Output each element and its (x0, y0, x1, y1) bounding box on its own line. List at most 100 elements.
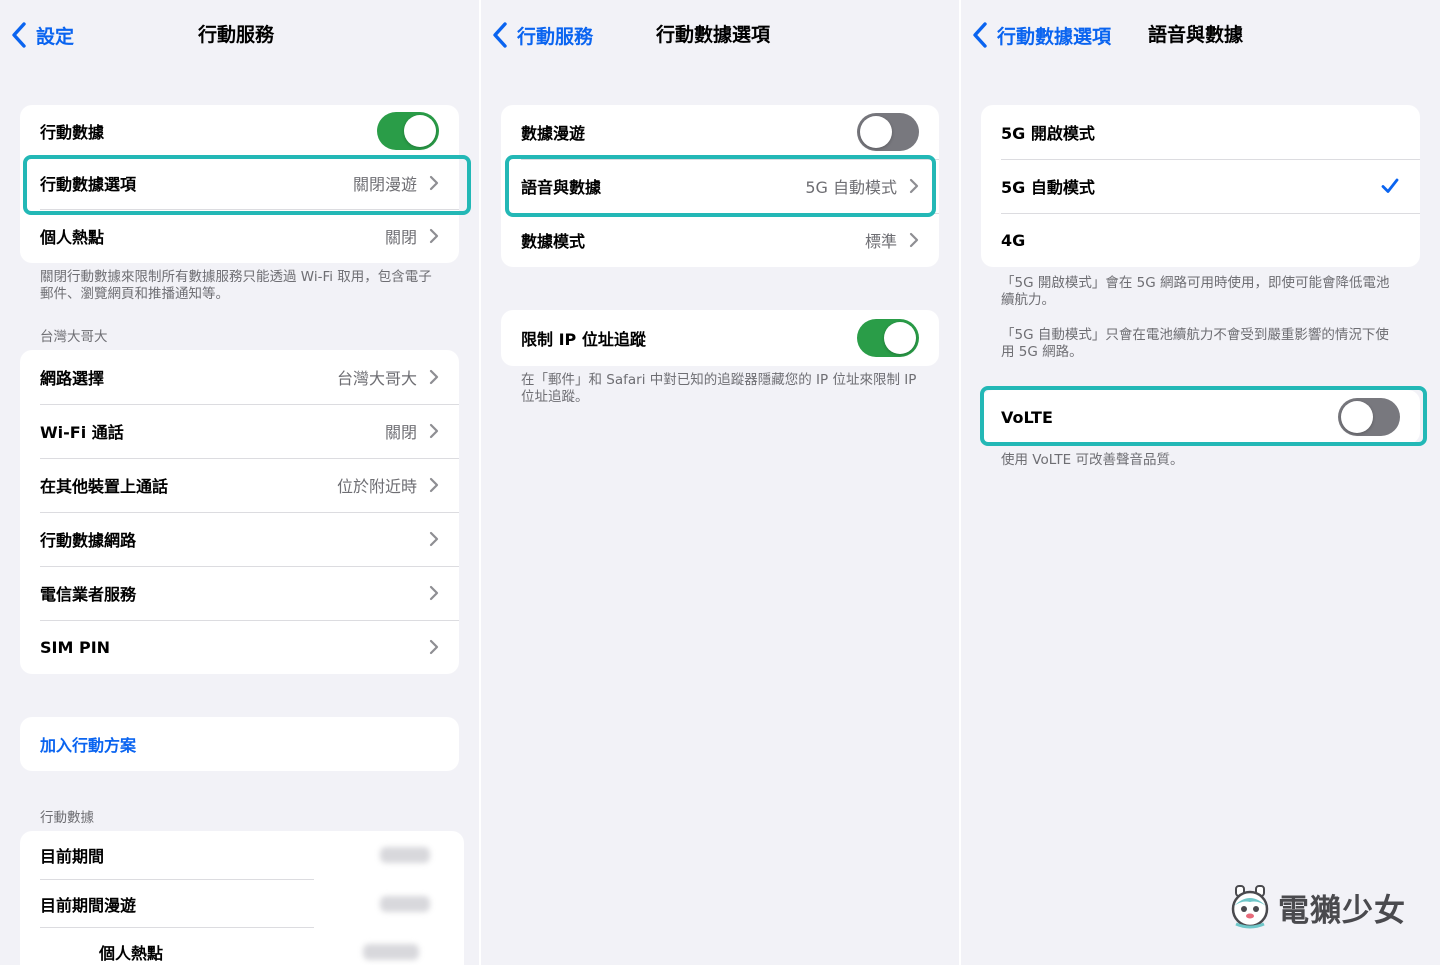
page-title: 行動服務 (198, 24, 275, 46)
chevron-left-icon (12, 22, 26, 48)
volte-toggle[interactable] (1338, 398, 1400, 436)
chevron-left-icon (973, 22, 987, 48)
page-title: 語音與數據 (1148, 24, 1244, 46)
cellular-data-toggle[interactable] (377, 112, 439, 150)
row-label: 個人熱點 (40, 228, 105, 247)
note-5g-auto: 「5G 自動模式」只會在電池續航力不會受到嚴重影響的情況下使用 5G 網路。 (1001, 327, 1389, 360)
limit-ip-tracking-toggle[interactable] (857, 319, 919, 357)
back-label: 行動數據選項 (997, 25, 1112, 48)
row-sim-pin[interactable]: SIM PIN (20, 620, 459, 674)
chevron-right-icon (429, 423, 439, 439)
data-options-group: 數據漫遊 語音與數據 5G 自動模式 數據模式 標準 (501, 105, 939, 267)
row-label: 目前期間漫遊 (40, 896, 137, 915)
usage-header: 行動數據 (40, 810, 94, 826)
nav-bar: 行動服務 行動數據選項 (481, 0, 959, 70)
checkmark-icon (1381, 178, 1399, 193)
row-label: 網路選擇 (40, 369, 105, 388)
data-roaming-toggle[interactable] (857, 113, 919, 151)
row-label: 行動數據網路 (40, 531, 137, 550)
option-5g-on[interactable]: 5G 開啟模式 (981, 105, 1420, 159)
row-network-selection[interactable]: 網路選擇 台灣大哥大 (20, 350, 459, 404)
row-label: 數據模式 (521, 232, 586, 251)
row-cellular-data: 行動數據 (20, 105, 459, 157)
row-label: 5G 自動模式 (1001, 178, 1095, 197)
page-title: 行動數據選項 (656, 24, 771, 46)
chevron-left-icon (493, 22, 507, 48)
cellular-group: 行動數據 行動數據選項 關閉漫遊 個人熱點 關閉 (20, 105, 459, 263)
panel-voice-and-data: 行動數據選項 語音與數據 5G 開啟模式 5G 自動模式 4G 「5G 開啟模式… (961, 0, 1440, 965)
blurred-value (380, 847, 430, 863)
option-4g[interactable]: 4G (981, 213, 1420, 267)
chevron-right-icon (429, 585, 439, 601)
chevron-right-icon (429, 531, 439, 547)
row-label: 電信業者服務 (40, 585, 137, 604)
otter-mascot-icon (1231, 885, 1269, 929)
row-voice-and-data[interactable]: 語音與數據 5G 自動模式 (501, 159, 939, 213)
chevron-right-icon (429, 228, 439, 244)
add-plan-label: 加入行動方案 (40, 736, 137, 755)
volte-group: VoLTE (981, 390, 1420, 444)
row-value: 5G 自動模式 (805, 178, 897, 197)
back-button[interactable]: 設定 (10, 20, 74, 50)
back-button[interactable]: 行動數據選項 (971, 20, 1111, 50)
add-plan-button[interactable]: 加入行動方案 (20, 717, 459, 771)
row-value: 關閉 (384, 423, 417, 442)
row-limit-ip-tracking: 限制 IP 位址追蹤 (501, 310, 939, 366)
watermark-logo: 電獺少女 (1228, 882, 1406, 932)
row-cellular-data-options[interactable]: 行動數據選項 關閉漫遊 (20, 157, 459, 209)
usage-row-current-period: 目前期間 (40, 831, 430, 879)
chevron-right-icon (909, 232, 919, 248)
network-mode-group: 5G 開啟模式 5G 自動模式 4G (981, 105, 1420, 267)
blurred-value (363, 944, 419, 960)
panel-cellular-data-options: 行動服務 行動數據選項 數據漫遊 語音與數據 5G 自動模式 數據模式 標準 限… (481, 0, 959, 965)
row-personal-hotspot[interactable]: 個人熱點 關閉 (20, 209, 459, 263)
row-label: 在其他裝置上通話 (40, 477, 169, 496)
chevron-right-icon (429, 175, 439, 191)
carrier-header: 台灣大哥大 (40, 329, 108, 345)
option-5g-auto[interactable]: 5G 自動模式 (981, 159, 1420, 213)
ip-tracking-group: 限制 IP 位址追蹤 (501, 310, 939, 366)
add-plan-group: 加入行動方案 (20, 717, 459, 771)
row-data-mode[interactable]: 數據模式 標準 (501, 213, 939, 267)
row-value: 台灣大哥大 (336, 369, 417, 388)
row-label: 行動數據選項 (40, 175, 137, 194)
row-label: 限制 IP 位址追蹤 (521, 330, 646, 349)
nav-bar: 行動數據選項 語音與數據 (961, 0, 1440, 70)
row-wifi-calling[interactable]: Wi-Fi 通話 關閉 (20, 404, 459, 458)
back-button[interactable]: 行動服務 (491, 20, 593, 50)
row-label: SIM PIN (40, 637, 111, 657)
nav-bar: 設定 行動服務 (0, 0, 479, 70)
chevron-right-icon (429, 639, 439, 655)
chevron-right-icon (429, 477, 439, 493)
row-data-roaming: 數據漫遊 (501, 105, 939, 159)
row-carrier-services[interactable]: 電信業者服務 (20, 566, 459, 620)
note-5g-on: 「5G 開啟模式」會在 5G 網路可用時使用，即使可能會降低電池續航力。 (1001, 275, 1390, 308)
usage-row-hotspot: 個人熱點 (99, 928, 419, 965)
row-cellular-data-network[interactable]: 行動數據網路 (20, 512, 459, 566)
row-label: 個人熱點 (99, 944, 164, 963)
row-value: 標準 (864, 232, 897, 251)
ip-tracking-note: 在「郵件」和 Safari 中對已知的追蹤器隱藏您的 IP 位址來限制 IP 位… (521, 372, 917, 405)
cellular-note: 關閉行動數據來限制所有數據服務只能透過 Wi-Fi 取用，包含電子郵件、瀏覽網頁… (40, 269, 432, 302)
watermark-text: 電獺少女 (1278, 892, 1406, 929)
chevron-right-icon (429, 369, 439, 385)
panel-cellular-services: 設定 行動服務 行動數據 行動數據選項 關閉漫遊 個人熱點 關閉 關閉行動數據來… (0, 0, 479, 965)
row-label: 行動數據 (40, 123, 105, 142)
blurred-value (380, 896, 430, 912)
back-label: 行動服務 (517, 25, 594, 48)
carrier-group: 網路選擇 台灣大哥大 Wi-Fi 通話 關閉 在其他裝置上通話 位於附近時 行動… (20, 350, 459, 674)
row-label: VoLTE (1001, 407, 1053, 427)
row-label: 語音與數據 (521, 178, 602, 197)
row-value: 位於附近時 (336, 477, 417, 496)
row-calls-other-devices[interactable]: 在其他裝置上通話 位於附近時 (20, 458, 459, 512)
row-label: 5G 開啟模式 (1001, 124, 1095, 143)
row-label: 目前期間 (40, 847, 105, 866)
usage-row-current-roaming: 目前期間漫遊 (40, 880, 430, 928)
row-value: 關閉 (384, 228, 417, 247)
row-volte: VoLTE (981, 390, 1420, 444)
chevron-right-icon (909, 178, 919, 194)
row-value: 關閉漫遊 (352, 175, 417, 194)
row-label: 數據漫遊 (521, 124, 586, 143)
volte-note: 使用 VoLTE 可改善聲音品質。 (1001, 452, 1184, 468)
row-label: 4G (1001, 230, 1026, 250)
